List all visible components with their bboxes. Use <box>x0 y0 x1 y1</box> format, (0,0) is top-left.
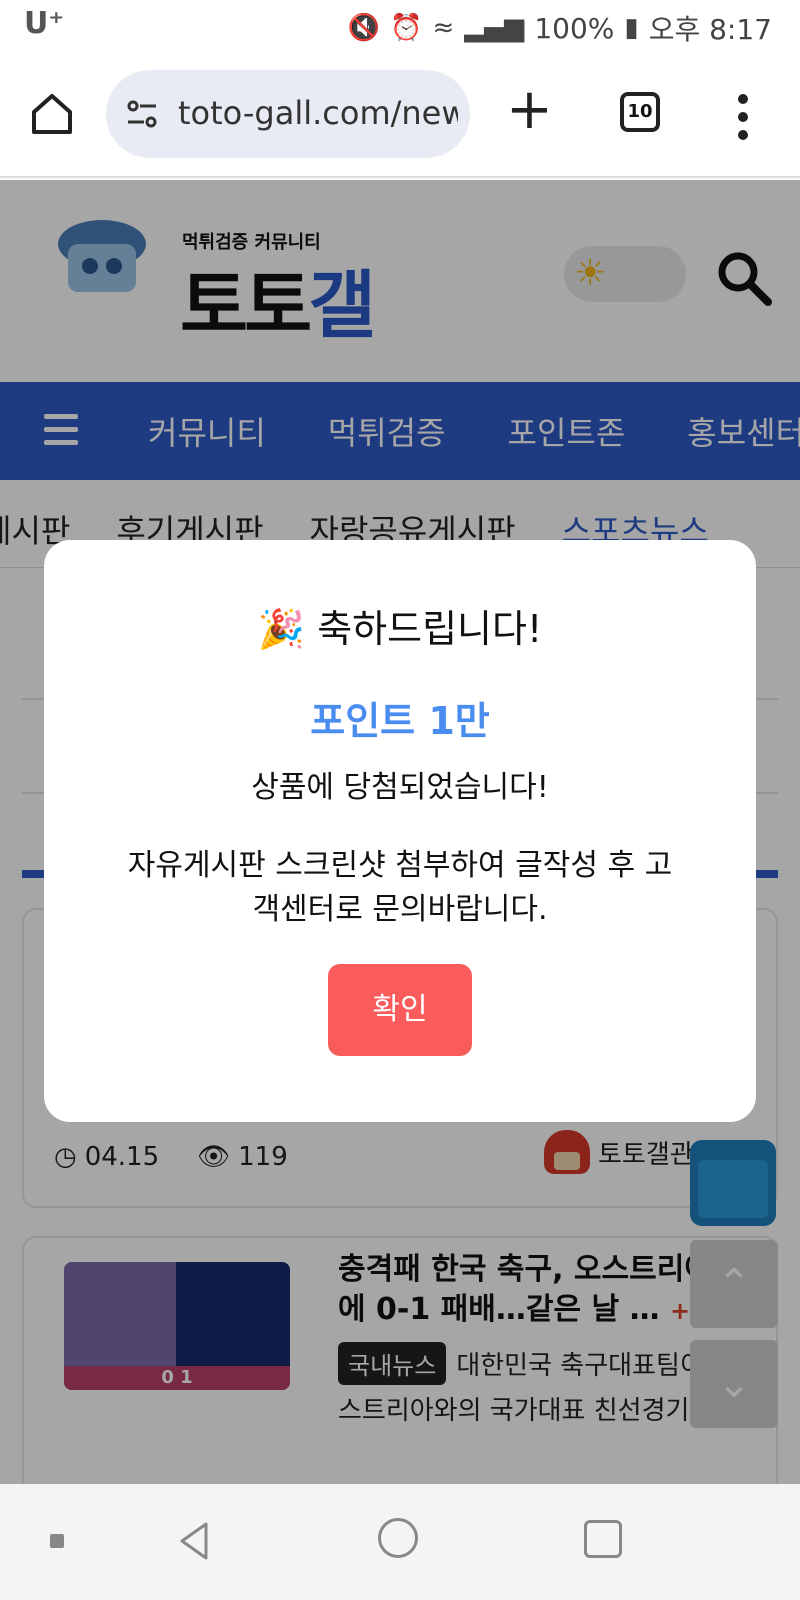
modal-instructions: 자유게시판 스크린샷 첨부하여 글작성 후 고객센터로 문의바랍니다. <box>127 848 673 927</box>
confirm-button[interactable]: 확인 <box>328 964 472 1056</box>
home-button-icon[interactable] <box>378 1518 418 1558</box>
status-bar: U⁺ 🔇 ⏰ ≈ ▂▄▆ 100% ▮ 오후 8:17 <box>0 0 800 54</box>
congrats-modal: 🎉 축하드립니다! 포인트 1만 상품에 당첨되었습니다! 자유게시판 스크린샷… <box>44 540 756 1122</box>
address-bar[interactable]: toto-gall.com/new <box>106 70 470 158</box>
system-nav-bar <box>0 1484 800 1600</box>
status-icons: 🔇 ⏰ ≈ ▂▄▆ 100% ▮ 오후 8:17 <box>348 8 772 48</box>
carrier-label: U⁺ <box>24 6 65 41</box>
alarm-icon: ⏰ <box>390 13 423 43</box>
clock: 오후 8:17 <box>648 13 772 46</box>
mute-icon: 🔇 <box>347 13 381 43</box>
new-tab-icon[interactable]: + <box>506 82 553 138</box>
menu-icon[interactable] <box>738 94 750 148</box>
back-icon[interactable] <box>172 1518 218 1564</box>
home-icon[interactable] <box>28 90 76 138</box>
modal-message: 상품에 당첨되었습니다! <box>251 770 549 805</box>
recents-icon[interactable] <box>584 1520 622 1558</box>
browser-toolbar: toto-gall.com/new + 10 <box>0 54 800 178</box>
signal-icon: ▂▄▆ <box>464 13 525 43</box>
url-text[interactable]: toto-gall.com/new <box>178 94 458 132</box>
nav-hint-icon <box>50 1534 64 1548</box>
tabs-icon[interactable]: 10 <box>620 92 660 132</box>
modal-prize: 포인트 1만 <box>310 699 490 743</box>
wifi-icon: ≈ <box>432 13 455 43</box>
site-settings-icon[interactable] <box>124 96 160 132</box>
battery-percent: 100% <box>534 11 615 45</box>
battery-icon: ▮ <box>624 13 639 43</box>
modal-title: 🎉 축하드립니다! <box>257 607 543 651</box>
